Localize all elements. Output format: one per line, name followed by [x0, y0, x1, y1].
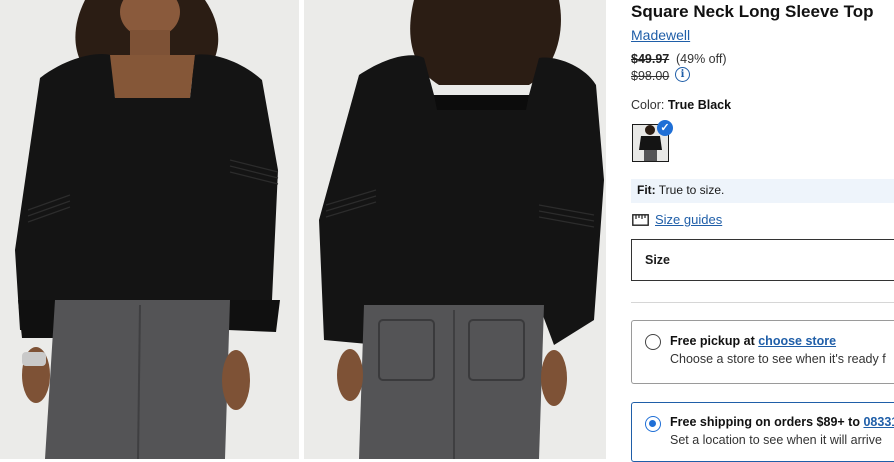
pickup-radio[interactable] [645, 334, 661, 350]
fit-info: Fit: True to size. [631, 179, 894, 203]
color-label: Color: [631, 98, 665, 112]
product-image-front[interactable] [0, 0, 299, 459]
divider [631, 302, 894, 303]
shipping-option[interactable]: Free shipping on orders $89+ to 08331 Se… [631, 402, 894, 462]
pickup-title: Free pickup at choose store [670, 334, 836, 348]
choose-store-link[interactable]: choose store [758, 334, 836, 348]
product-details-pane: Square Neck Long Sleeve Top Madewell $49… [631, 0, 894, 462]
shipping-radio[interactable] [645, 416, 661, 432]
size-select[interactable]: Size [631, 239, 894, 281]
size-guides-link[interactable]: Size guides [655, 212, 722, 227]
brand-link[interactable]: Madewell [631, 27, 690, 43]
fit-label: Fit: [637, 183, 656, 197]
pickup-title-text: Free pickup at [670, 334, 755, 348]
sale-price: $49.97 [631, 52, 670, 66]
selected-check-icon: ✓ [657, 120, 673, 136]
color-value: True Black [667, 98, 732, 112]
pickup-option[interactable]: Free pickup at choose store Choose a sto… [631, 320, 894, 384]
zip-code-link[interactable]: 08331 [863, 415, 894, 429]
color-label-line: Color: True Black [631, 98, 731, 112]
original-price: $98.00 [631, 69, 670, 83]
product-image-back[interactable] [304, 0, 606, 459]
fit-value: True to size. [658, 183, 725, 197]
shipping-subtitle: Set a location to see when it will arriv… [670, 433, 882, 447]
product-title: Square Neck Long Sleeve Top [631, 2, 874, 21]
shipping-title-text: Free shipping on orders $89+ to [670, 415, 860, 429]
size-guide-icon [632, 214, 649, 226]
shipping-title: Free shipping on orders $89+ to 08331 [670, 415, 894, 429]
discount-label: (49% off) [676, 52, 727, 66]
info-icon[interactable]: i [675, 67, 690, 82]
pickup-subtitle: Choose a store to see when it's ready f [670, 352, 886, 366]
